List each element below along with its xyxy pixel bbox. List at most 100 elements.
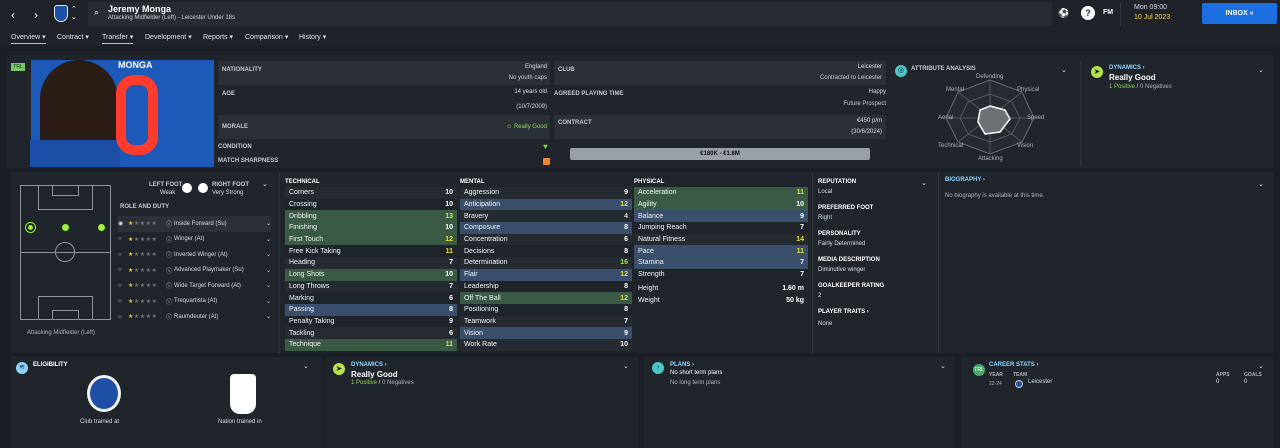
biography-chevron-icon[interactable]: ⌄ [1258, 180, 1264, 188]
attribute-row[interactable]: Concentration 6 [460, 233, 632, 246]
youth-caps: No youth caps [508, 75, 547, 81]
search-box[interactable]: ⌕ [88, 2, 1052, 26]
attribute-row[interactable]: Technique 11 [285, 338, 457, 351]
role-row[interactable]: ○ ★★★★★ ⓘ Winger (At) ⌄ [118, 232, 271, 248]
sharpness-icon [543, 158, 550, 165]
attribute-row[interactable]: Teamwork 7 [460, 315, 632, 328]
tab-contract[interactable]: Contract ▾ [57, 33, 89, 41]
chevron-down-icon[interactable]: ⌄ [1061, 66, 1067, 74]
attribute-row[interactable]: Penalty Taking 9 [285, 315, 457, 328]
biography-title[interactable]: BIOGRAPHY › [945, 177, 985, 183]
tab-transfer[interactable]: Transfer ▾ [102, 33, 134, 44]
tab-reports[interactable]: Reports ▾ [203, 33, 233, 41]
plans-title[interactable]: PLANS › [670, 362, 694, 368]
nationality-label: NATIONALITY [222, 67, 262, 73]
date-label: 10 Jul 2023 [1134, 14, 1171, 21]
attribute-row[interactable]: Corners 10 [285, 187, 457, 199]
inbox-button[interactable]: INBOX » [1202, 3, 1277, 24]
attribute-row[interactable]: Pace 11 [634, 245, 808, 258]
attribute-row[interactable]: Off The Ball 12 [460, 292, 632, 304]
eligibility-chevron-icon[interactable]: ⌄ [303, 362, 309, 370]
future-prospect: Future Prospect [843, 101, 886, 107]
feet-chevron-icon[interactable]: ⌄ [262, 180, 268, 188]
attribute-row[interactable]: Anticipation 12 [460, 198, 632, 211]
attribute-row[interactable]: Stamina 7 [634, 257, 808, 269]
role-row[interactable]: ○ ★★★★★ ⓘ Inverted Winger (At) ⌄ [118, 247, 271, 263]
reputation-chevron-icon[interactable]: ⌄ [921, 179, 927, 187]
attribute-row[interactable]: Aggression 9 [460, 187, 632, 199]
morale-value: ☺ Really Good [506, 124, 547, 130]
attribute-row[interactable]: Natural Fitness 14 [634, 233, 808, 246]
position-aml-selected[interactable] [26, 223, 35, 232]
career-stats-title[interactable]: CAREER STATS › [989, 362, 1038, 368]
dynamics-bottom-chevron-icon[interactable]: ⌄ [623, 362, 629, 370]
attribute-row[interactable]: Tackling 6 [285, 327, 457, 339]
attribute-row[interactable]: Balance 9 [634, 210, 808, 223]
shirt-number [116, 75, 158, 155]
attribute-row[interactable]: Work Rate 10 [460, 338, 632, 351]
role-row[interactable]: ○ ★★★★★ ⓘ Raumdeuter (At) ⌄ [118, 309, 271, 325]
attribute-row[interactable]: Strength 7 [634, 268, 808, 281]
attribute-row[interactable]: Finishing 10 [285, 222, 457, 234]
mental-title: MENTAL [460, 179, 485, 185]
attribute-row[interactable]: Composure 8 [460, 222, 632, 234]
tab-overview[interactable]: Overview ▾ [11, 33, 46, 44]
dynamics-icon: ➤ [1091, 66, 1103, 78]
attribute-row[interactable]: Vision 9 [460, 327, 632, 339]
attribute-row[interactable]: Dribbling 13 [285, 210, 457, 223]
attribute-row[interactable]: Flair 12 [460, 268, 632, 281]
morale-label: MORALE [222, 124, 248, 130]
plans-chevron-icon[interactable]: ⌄ [940, 362, 946, 370]
attribute-row[interactable]: Bravery 4 [460, 210, 632, 223]
dynamics-title[interactable]: DYNAMICS › [1109, 65, 1145, 71]
position-amc[interactable] [62, 224, 69, 231]
attribute-row[interactable]: Jumping Reach 7 [634, 222, 808, 234]
age-value: 14 years old [514, 89, 547, 95]
up-down-icon[interactable]: ⌃ ⌄ [71, 6, 77, 22]
dynamics-bottom-summary: 1 Positive / 0 Negatives [351, 380, 414, 386]
right-foot-label: RIGHT FOOT [212, 182, 249, 188]
career-chevron-icon[interactable]: ⌄ [1258, 362, 1264, 370]
role-row[interactable]: ○ ★★★★★ ⓘ Trequartista (At) ⌄ [118, 294, 271, 310]
attribute-row[interactable]: Long Throws 7 [285, 280, 457, 293]
biography-text: No biography is available at this time. [945, 193, 1045, 199]
club-trained-label: Club trained at [80, 419, 120, 425]
attribute-row[interactable]: Free Kick Taking 11 [285, 245, 457, 258]
dynamics-chevron-icon[interactable]: ⌄ [1258, 66, 1264, 74]
back-button[interactable]: ‹ [4, 5, 22, 25]
fm-logo[interactable]: FM [1103, 9, 1113, 16]
media-label: MEDIA DESCRIPTION [818, 257, 880, 263]
attribute-row[interactable]: Determination 16 [460, 257, 632, 269]
attribute-row[interactable]: Decisions 8 [460, 245, 632, 258]
help-icon[interactable]: ? [1081, 6, 1095, 20]
forward-button[interactable]: › [27, 5, 45, 25]
career-team[interactable]: Leicester [1028, 379, 1052, 385]
role-stars: ★★★★★ [128, 252, 158, 259]
player-name: Jeremy Monga [108, 4, 172, 14]
attribute-analysis-icon: ◎ [895, 65, 907, 77]
attribute-row[interactable]: Passing 8 [285, 303, 457, 316]
height-row: Height 1.60 m [638, 284, 804, 292]
attribute-row[interactable]: Positioning 8 [460, 303, 632, 316]
role-row[interactable]: ○ ★★★★★ ⓘ Wide Target Forward (At) ⌄ [118, 278, 271, 294]
attribute-row[interactable]: Marking 6 [285, 292, 457, 304]
club-crest-icon[interactable] [54, 5, 68, 22]
role-row[interactable]: ◉ ★★★★★ ⓘ Inside Forward (Su) ⌄ [118, 216, 271, 232]
attribute-row[interactable]: Leadership 8 [460, 280, 632, 293]
radar-label-vision: Vision [1017, 143, 1034, 149]
tab-history[interactable]: History ▾ [299, 33, 326, 41]
role-row[interactable]: ○ ★★★★★ ⓘ Advanced Playmaker (Su) ⌄ [118, 263, 271, 279]
attribute-row[interactable]: First Touch 12 [285, 233, 457, 246]
football-icon[interactable]: ⚽ [1057, 6, 1071, 20]
dynamics-bottom-title[interactable]: DYNAMICS › [351, 362, 387, 368]
tab-development[interactable]: Development ▾ [145, 33, 192, 41]
attribute-row[interactable]: Long Shots 10 [285, 268, 457, 281]
player-traits-label[interactable]: PLAYER TRAITS › [818, 309, 869, 315]
physical-title: PHYSICAL [634, 179, 665, 185]
attribute-row[interactable]: Acceleration 11 [634, 187, 808, 199]
tab-comparison[interactable]: Comparison ▾ [245, 33, 288, 41]
position-amr[interactable] [98, 224, 105, 231]
attribute-row[interactable]: Heading 7 [285, 257, 457, 269]
attribute-row[interactable]: Agility 10 [634, 198, 808, 211]
attribute-row[interactable]: Crossing 10 [285, 198, 457, 211]
